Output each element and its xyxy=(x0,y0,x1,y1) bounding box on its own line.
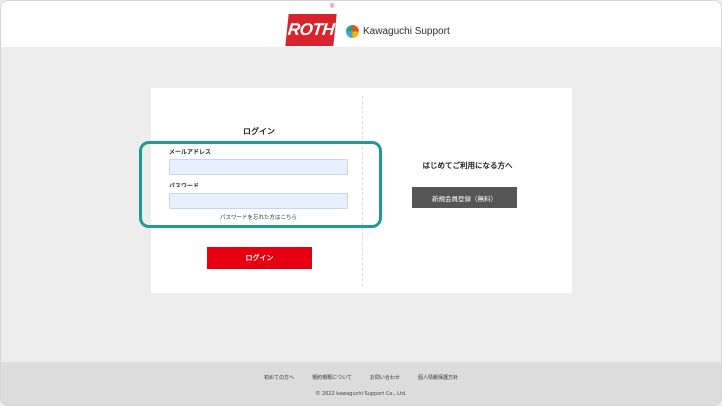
copyright: © 2022 kawaguchi Support Co., Ltd. xyxy=(315,391,407,397)
registered-mark: ® xyxy=(330,4,335,10)
kawaguchi-support-logo[interactable]: Kawaguchi Support xyxy=(346,25,450,38)
footer-link-contact[interactable]: お問い合わせ xyxy=(370,374,400,381)
email-field[interactable] xyxy=(169,159,348,175)
page-frame: ROTH ® Kawaguchi Support ログイン メールアドレス パス… xyxy=(0,0,722,406)
login-button[interactable]: ログイン xyxy=(207,247,312,269)
footer-link-first-time[interactable]: 初めての方へ xyxy=(264,374,294,381)
site-header: ROTH ® Kawaguchi Support xyxy=(1,1,721,47)
footer-links: 初めての方へ 規約規概について お問い合わせ 個人情報保護方針 xyxy=(1,374,721,381)
forgot-password-link[interactable]: パスワードを忘れた方はこちら xyxy=(169,213,348,221)
kawaguchi-support-logo-text: Kawaguchi Support xyxy=(363,26,450,37)
site-footer xyxy=(1,362,721,405)
footer-link-privacy[interactable]: 個人情報保護方針 xyxy=(418,374,458,381)
kawaguchi-support-mark-icon xyxy=(346,25,359,38)
footer-link-terms[interactable]: 規約規概について xyxy=(312,374,352,381)
roth-logo[interactable]: ROTH xyxy=(285,14,337,46)
password-field[interactable] xyxy=(169,193,348,209)
register-button[interactable]: 新規会員登録（無料） xyxy=(412,187,517,208)
email-label: メールアドレス xyxy=(169,149,212,156)
first-time-heading: はじめてご利用になる方へ xyxy=(422,161,513,170)
login-title: ログイン xyxy=(243,127,275,136)
password-label: パスワード xyxy=(169,183,200,187)
roth-logo-text: ROTH xyxy=(286,20,336,39)
